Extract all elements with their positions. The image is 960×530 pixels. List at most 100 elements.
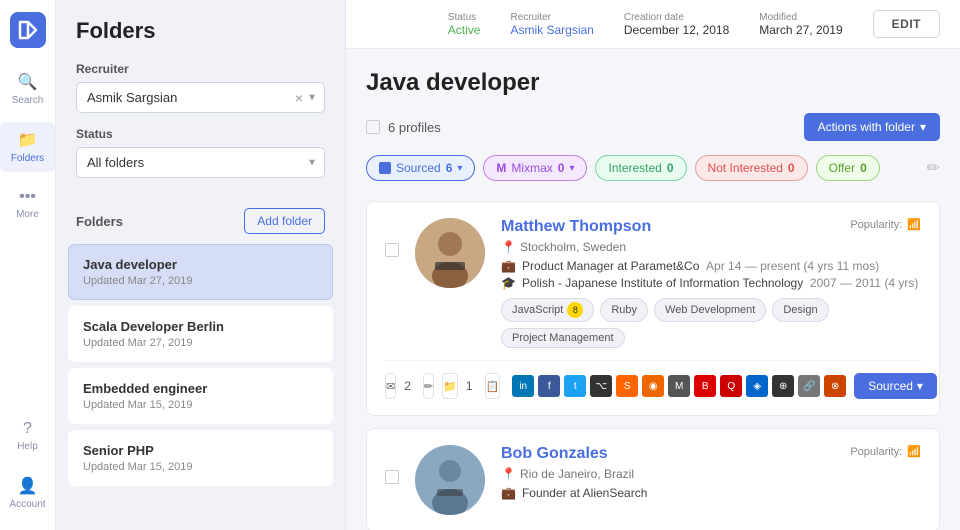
job-bob: 💼 Founder at AlienSearch <box>501 486 921 500</box>
popularity-label: Popularity: <box>850 219 902 231</box>
tag-sourced-chevron[interactable]: ▾ <box>457 163 462 174</box>
folder-item[interactable]: Java developer Updated Mar 27, 2019 <box>68 244 333 300</box>
facebook-icon[interactable]: f <box>538 375 560 397</box>
tag-sourced-count: 6 <box>446 161 453 175</box>
folder-item[interactable]: Senior PHP Updated Mar 15, 2019 <box>68 430 333 486</box>
mixmax-logo: M <box>496 161 506 175</box>
notes-icon[interactable]: 📋 <box>485 373 501 399</box>
tag-interested[interactable]: Interested 0 <box>595 155 686 181</box>
profiles-left: 6 profiles <box>366 120 441 135</box>
skill-webdev[interactable]: Web Development <box>654 298 766 322</box>
add-folder-button[interactable]: Add folder <box>244 208 325 234</box>
creation-meta-label: Creation date <box>624 12 729 23</box>
profile-info-matthew: Matthew Thompson Popularity: 📶 📍 Stockho… <box>501 218 921 348</box>
sidebar: 🔍 Search 📁 Folders ••• More ? Help 👤 Acc… <box>0 0 56 530</box>
tag-offer[interactable]: Offer 0 <box>816 155 880 181</box>
profile-card-inner: Matthew Thompson Popularity: 📶 📍 Stockho… <box>385 218 921 348</box>
app-logo[interactable] <box>10 12 46 48</box>
medium-icon[interactable]: M <box>668 375 690 397</box>
tag-interested-label: Interested <box>608 161 661 175</box>
profile-name-bob[interactable]: Bob Gonzales <box>501 445 608 463</box>
skill-pm[interactable]: Project Management <box>501 328 625 348</box>
profile-checkbox-matthew[interactable] <box>385 243 399 257</box>
github2-icon[interactable]: ⊕ <box>772 375 794 397</box>
popularity-bob: Popularity: 📶 <box>850 445 921 458</box>
profile-actions-matthew: ✉ 2 ✏ 📁 1 📋 in f t ⌥ S ◉ M B Q ◈ ⊕ <box>385 360 921 399</box>
skill-javascript[interactable]: JavaScript 8 <box>501 298 594 322</box>
status-meta-label: Status <box>448 12 481 23</box>
status-select-wrapper: All folders ▼ <box>76 147 325 178</box>
github-icon[interactable]: ⌥ <box>590 375 612 397</box>
sidebar-item-help[interactable]: ? Help <box>0 412 55 460</box>
tags-edit-icon[interactable]: ✏ <box>927 158 940 178</box>
tag-not-interested[interactable]: Not Interested 0 <box>695 155 808 181</box>
tag-mixmax-chevron[interactable]: ▾ <box>569 163 574 174</box>
linkedin-icon[interactable]: in <box>512 375 534 397</box>
recruiter-clear-icon[interactable]: × <box>295 90 303 106</box>
folder-item[interactable]: Scala Developer Berlin Updated Mar 27, 2… <box>68 306 333 362</box>
status-arrow-icon: ▼ <box>307 157 317 168</box>
edit-button[interactable]: EDIT <box>873 10 940 38</box>
angel-icon[interactable]: ◈ <box>746 375 768 397</box>
meta-creation: Creation date December 12, 2018 <box>624 12 729 37</box>
folder-title: Java developer <box>366 69 940 97</box>
more-icon: ••• <box>19 188 36 206</box>
creation-meta-value: December 12, 2018 <box>624 23 729 37</box>
skill-ruby[interactable]: Ruby <box>600 298 648 322</box>
actions-label: Actions with folder <box>818 120 915 134</box>
select-all-checkbox[interactable] <box>366 120 380 134</box>
sidebar-item-folders[interactable]: 📁 Folders <box>0 122 55 172</box>
recruiter-filter: Recruiter Asmik Sargsian × ▼ <box>76 62 325 113</box>
recruiter-select[interactable]: Asmik Sargsian <box>76 82 325 113</box>
tag-offer-label: Offer <box>829 161 855 175</box>
sidebar-item-more[interactable]: ••• More <box>0 180 55 228</box>
sourced-label: Sourced <box>868 379 913 393</box>
content-area: Java developer 6 profiles Actions with f… <box>346 49 960 530</box>
external-icon[interactable]: ◉ <box>642 375 664 397</box>
folder-item[interactable]: Embedded engineer Updated Mar 15, 2019 <box>68 368 333 424</box>
popularity-label: Popularity: <box>850 446 902 458</box>
search-icon: 🔍 <box>18 72 38 92</box>
recruiter-select-wrapper: Asmik Sargsian × ▼ <box>76 82 325 113</box>
folder-name: Scala Developer Berlin <box>83 319 318 334</box>
graduation-icon: 🎓 <box>501 276 516 290</box>
link-icon[interactable]: 🔗 <box>798 375 820 397</box>
popularity-matthew: Popularity: 📶 <box>850 218 921 231</box>
xing-icon[interactable]: B <box>694 375 716 397</box>
twitter-icon[interactable]: t <box>564 375 586 397</box>
tag-mixmax[interactable]: M Mixmax 0 ▾ <box>483 155 587 181</box>
folder-action-icon[interactable]: 📁 <box>442 373 458 399</box>
stackoverflow-icon[interactable]: S <box>616 375 638 397</box>
skill-design[interactable]: Design <box>772 298 828 322</box>
profile-checkbox-bob[interactable] <box>385 470 399 484</box>
sidebar-item-label: Folders <box>11 153 44 164</box>
briefcase-icon: 💼 <box>501 259 516 273</box>
actions-with-folder-button[interactable]: Actions with folder ▾ <box>804 113 940 141</box>
left-panel-header: Folders Recruiter Asmik Sargsian × ▼ Sta… <box>56 0 345 192</box>
tag-not-interested-label: Not Interested <box>708 161 783 175</box>
tags-row: Sourced 6 ▾ M Mixmax 0 ▾ Interested 0 No… <box>366 155 940 181</box>
gitlab-icon[interactable]: ⊗ <box>824 375 846 397</box>
folder-name: Embedded engineer <box>83 381 318 396</box>
tag-sourced[interactable]: Sourced 6 ▾ <box>366 155 475 181</box>
meta-modified: Modified March 27, 2019 <box>759 12 842 37</box>
edit-profile-icon[interactable]: ✏ <box>423 373 434 399</box>
job-matthew: 💼 Product Manager at Paramet&Co Apr 14 —… <box>501 259 921 273</box>
sidebar-item-account[interactable]: 👤 Account <box>0 468 55 518</box>
recruiter-meta-value[interactable]: Asmik Sargsian <box>510 23 593 37</box>
recruiter-arrow-icon: ▼ <box>307 92 317 103</box>
status-label: Status <box>76 127 325 141</box>
briefcase-icon: 💼 <box>501 486 516 500</box>
sidebar-item-search[interactable]: 🔍 Search <box>0 64 55 114</box>
profile-name-matthew[interactable]: Matthew Thompson <box>501 218 651 236</box>
folders-section-label: Folders <box>76 214 123 229</box>
modified-meta-label: Modified <box>759 12 842 23</box>
quora-icon[interactable]: Q <box>720 375 742 397</box>
tag-mixmax-label: Mixmax <box>511 161 552 175</box>
modified-meta-value: March 27, 2019 <box>759 23 842 37</box>
status-select[interactable]: All folders <box>76 147 325 178</box>
page-title: Folders <box>76 18 325 44</box>
location-bob: 📍 Rio de Janeiro, Brazil <box>501 467 921 481</box>
sourced-button-matthew[interactable]: Sourced ▾ <box>854 373 937 399</box>
email-icon[interactable]: ✉ <box>385 373 396 399</box>
